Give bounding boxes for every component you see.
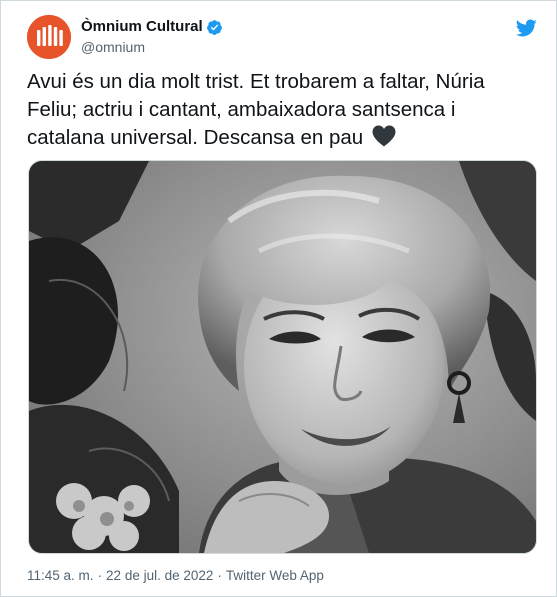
meta-separator: · [97, 568, 103, 583]
author-handle[interactable]: @omnium [81, 37, 223, 57]
verified-badge-icon [206, 19, 222, 35]
tweet-photo[interactable] [28, 160, 537, 554]
tweet-text-body: Avui és un dia molt trist. Et trobarem a… [27, 70, 491, 149]
tweet-header: Òmnium Cultural @omnium [27, 15, 537, 59]
omnium-logo-icon [27, 15, 71, 59]
tweet-time[interactable]: 11:45 a. m. [27, 568, 94, 583]
author-display-name-text: Òmnium Cultural [81, 18, 203, 35]
tweet-card: Òmnium Cultural @omnium Avui és un dia m… [0, 0, 557, 597]
author-display-name[interactable]: Òmnium Cultural [81, 17, 223, 37]
meta-separator: · [217, 568, 222, 583]
author-avatar[interactable] [27, 15, 71, 59]
author-name-block: Òmnium Cultural @omnium [81, 17, 223, 61]
twitter-bird-icon[interactable] [515, 17, 537, 39]
tweet-date[interactable]: 22 de jul. de 2022 [106, 568, 213, 583]
tweet-meta: 11:45 a. m. · 22 de jul. de 2022 · Twitter W… [27, 567, 324, 585]
tweet-text: Avui és un dia molt trist. Et trobarem a… [27, 68, 527, 152]
black-heart-icon [372, 125, 396, 147]
portrait-photo-image [29, 161, 536, 553]
tweet-source[interactable]: Twitter Web App [226, 568, 324, 583]
